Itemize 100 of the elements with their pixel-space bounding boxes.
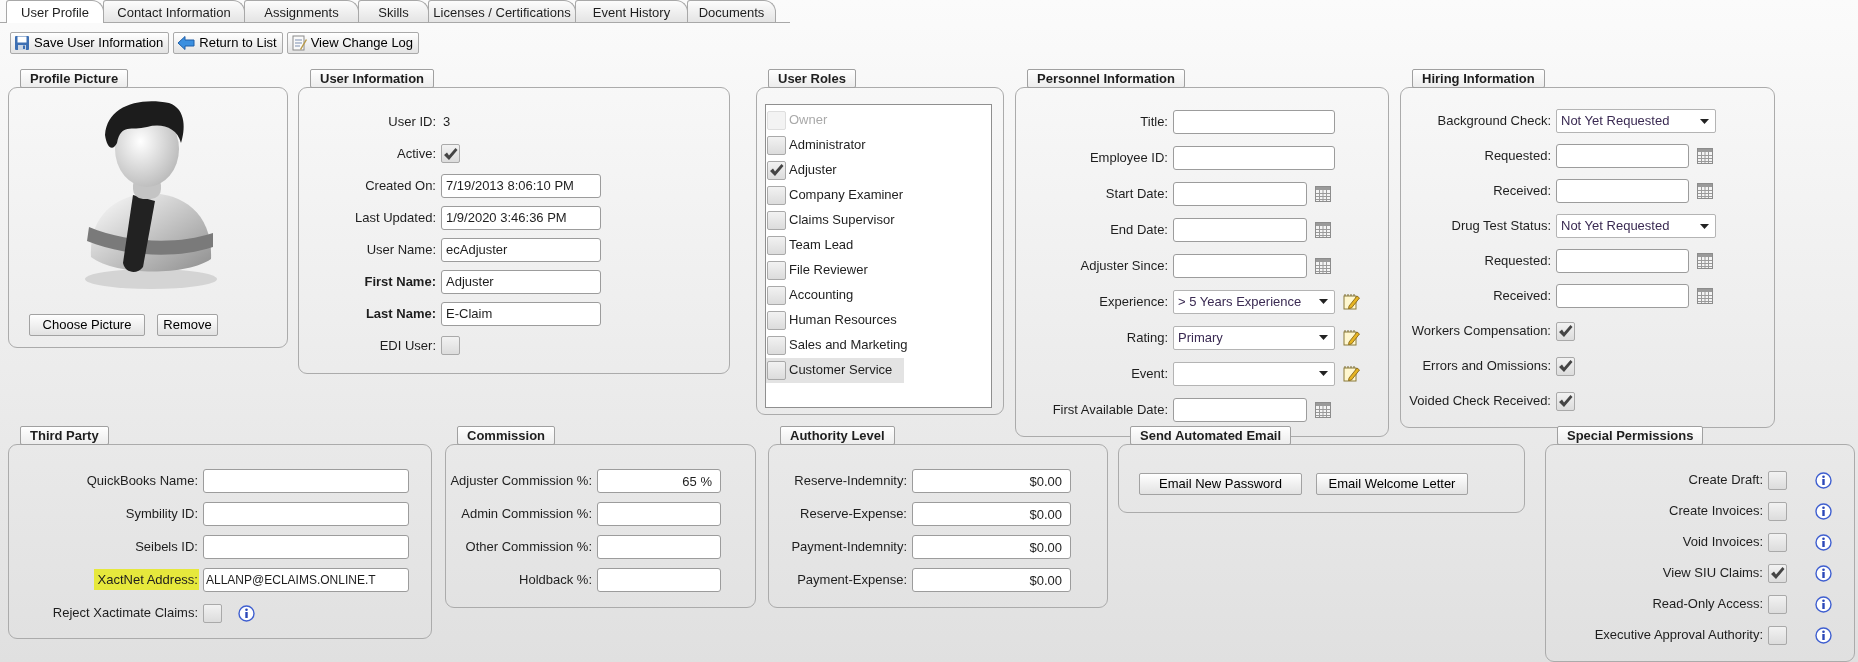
tab[interactable]: Documents <box>687 0 776 22</box>
date-field[interactable] <box>1173 397 1307 422</box>
checkbox[interactable] <box>767 360 786 380</box>
checkbox[interactable] <box>1768 594 1787 614</box>
email-button[interactable]: Email New Password <box>1139 472 1302 495</box>
checkbox[interactable] <box>441 144 460 164</box>
remove-button[interactable]: Remove <box>157 313 218 336</box>
text-field[interactable]: $0.00 <box>912 469 1071 494</box>
text-field[interactable] <box>597 535 721 560</box>
info-icon[interactable] <box>1815 502 1832 520</box>
checkbox[interactable] <box>767 260 786 280</box>
role-item[interactable]: Accounting <box>766 282 904 308</box>
calendar-icon[interactable] <box>1315 185 1331 202</box>
text-field[interactable]: 7/19/2013 8:06:10 PM <box>441 173 601 198</box>
tab[interactable]: User Profile <box>6 0 104 23</box>
checkbox[interactable] <box>767 310 786 330</box>
role-item[interactable]: Adjuster <box>766 157 904 183</box>
role-item[interactable]: Company Examiner <box>766 182 904 208</box>
checkbox[interactable] <box>1768 563 1787 583</box>
date-field[interactable] <box>1556 179 1689 204</box>
field-label: Requested: <box>1483 252 1552 271</box>
text-field[interactable]: Adjuster <box>441 269 601 294</box>
date-field[interactable] <box>1556 144 1689 169</box>
checkbox[interactable] <box>1768 625 1787 645</box>
text-field[interactable] <box>1173 145 1335 170</box>
text-field[interactable]: ALLANP@ECLAIMS.ONLINE.T <box>203 568 409 593</box>
tab[interactable]: Contact Information <box>103 0 245 22</box>
date-field[interactable] <box>1556 284 1689 309</box>
field-label: Adjuster Commission %: <box>449 472 593 491</box>
edit-icon[interactable] <box>1343 329 1360 347</box>
checkbox[interactable] <box>1768 501 1787 521</box>
text-field[interactable] <box>597 502 721 527</box>
dropdown[interactable] <box>1173 361 1335 386</box>
tab[interactable]: Event History <box>575 0 688 22</box>
info-icon[interactable] <box>238 604 255 622</box>
text-field[interactable]: ecAdjuster <box>441 237 601 262</box>
checkbox[interactable] <box>767 285 786 305</box>
date-field[interactable] <box>1173 253 1307 278</box>
tab[interactable]: Licenses / Certifications <box>428 0 576 22</box>
checkbox[interactable] <box>1768 532 1787 552</box>
calendar-icon[interactable] <box>1315 401 1331 418</box>
text-field[interactable]: 65 % <box>597 469 721 494</box>
dropdown[interactable]: Not Yet Requested <box>1556 214 1716 239</box>
tab[interactable]: Assignments <box>244 0 359 22</box>
info-icon[interactable] <box>1815 564 1832 582</box>
checkbox[interactable] <box>767 185 786 205</box>
text-field[interactable] <box>203 502 409 527</box>
text-field[interactable]: 1/9/2020 3:46:36 PM <box>441 205 601 230</box>
field-label: Experience: <box>1098 292 1169 311</box>
checkbox[interactable] <box>203 603 222 623</box>
text-field[interactable]: E-Claim <box>441 301 601 326</box>
checkbox[interactable] <box>1556 356 1575 376</box>
email-button[interactable]: Email Welcome Letter <box>1316 472 1468 495</box>
role-item[interactable]: Administrator <box>766 132 904 158</box>
checkbox[interactable] <box>767 335 786 355</box>
text-field[interactable] <box>597 568 721 593</box>
checkbox[interactable] <box>767 235 786 255</box>
role-item[interactable]: Human Resources <box>766 307 904 333</box>
dropdown[interactable]: Not Yet Requested <box>1556 109 1716 134</box>
role-item[interactable]: File Reviewer <box>766 257 904 283</box>
info-icon[interactable] <box>1815 533 1832 551</box>
edit-icon[interactable] <box>1343 365 1360 383</box>
save-button[interactable]: Save User Information <box>10 32 170 54</box>
edit-icon[interactable] <box>1343 293 1360 311</box>
checkbox[interactable] <box>441 336 460 356</box>
return-button[interactable]: Return to List <box>173 32 283 54</box>
date-field[interactable] <box>1556 249 1689 274</box>
change-log-button[interactable]: View Change Log <box>286 32 420 54</box>
text-field[interactable]: $0.00 <box>912 535 1071 560</box>
field-label: Event: <box>1130 364 1169 383</box>
tab[interactable]: Skills <box>358 0 429 22</box>
date-field[interactable] <box>1173 217 1307 242</box>
dropdown[interactable]: Primary <box>1173 325 1335 350</box>
text-field[interactable]: $0.00 <box>912 502 1071 527</box>
field-label: Holdback %: <box>518 571 593 590</box>
checkbox[interactable] <box>767 135 786 155</box>
choose-picture-button[interactable]: Choose Picture <box>29 313 145 336</box>
checkbox[interactable] <box>1556 391 1575 411</box>
dropdown[interactable]: > 5 Years Experience <box>1173 289 1335 314</box>
checkbox[interactable] <box>767 160 786 180</box>
text-field[interactable] <box>203 535 409 560</box>
role-item[interactable]: Team Lead <box>766 232 904 258</box>
calendar-icon[interactable] <box>1697 288 1713 305</box>
calendar-icon[interactable] <box>1697 148 1713 165</box>
date-field[interactable] <box>1173 181 1307 206</box>
text-field[interactable] <box>203 469 409 494</box>
text-field[interactable] <box>1173 109 1335 134</box>
info-icon[interactable] <box>1815 471 1832 489</box>
info-icon[interactable] <box>1815 626 1832 644</box>
checkbox[interactable] <box>1556 321 1575 341</box>
checkbox[interactable] <box>1768 470 1787 490</box>
role-item[interactable]: Customer Service <box>766 357 904 383</box>
info-icon[interactable] <box>1815 595 1832 613</box>
calendar-icon[interactable] <box>1315 221 1331 238</box>
text-field[interactable]: $0.00 <box>912 568 1071 593</box>
calendar-icon[interactable] <box>1697 183 1713 200</box>
role-item[interactable]: Claims Supervisor <box>766 207 904 233</box>
calendar-icon[interactable] <box>1315 257 1331 274</box>
calendar-icon[interactable] <box>1697 253 1713 270</box>
checkbox[interactable] <box>767 210 786 230</box>
